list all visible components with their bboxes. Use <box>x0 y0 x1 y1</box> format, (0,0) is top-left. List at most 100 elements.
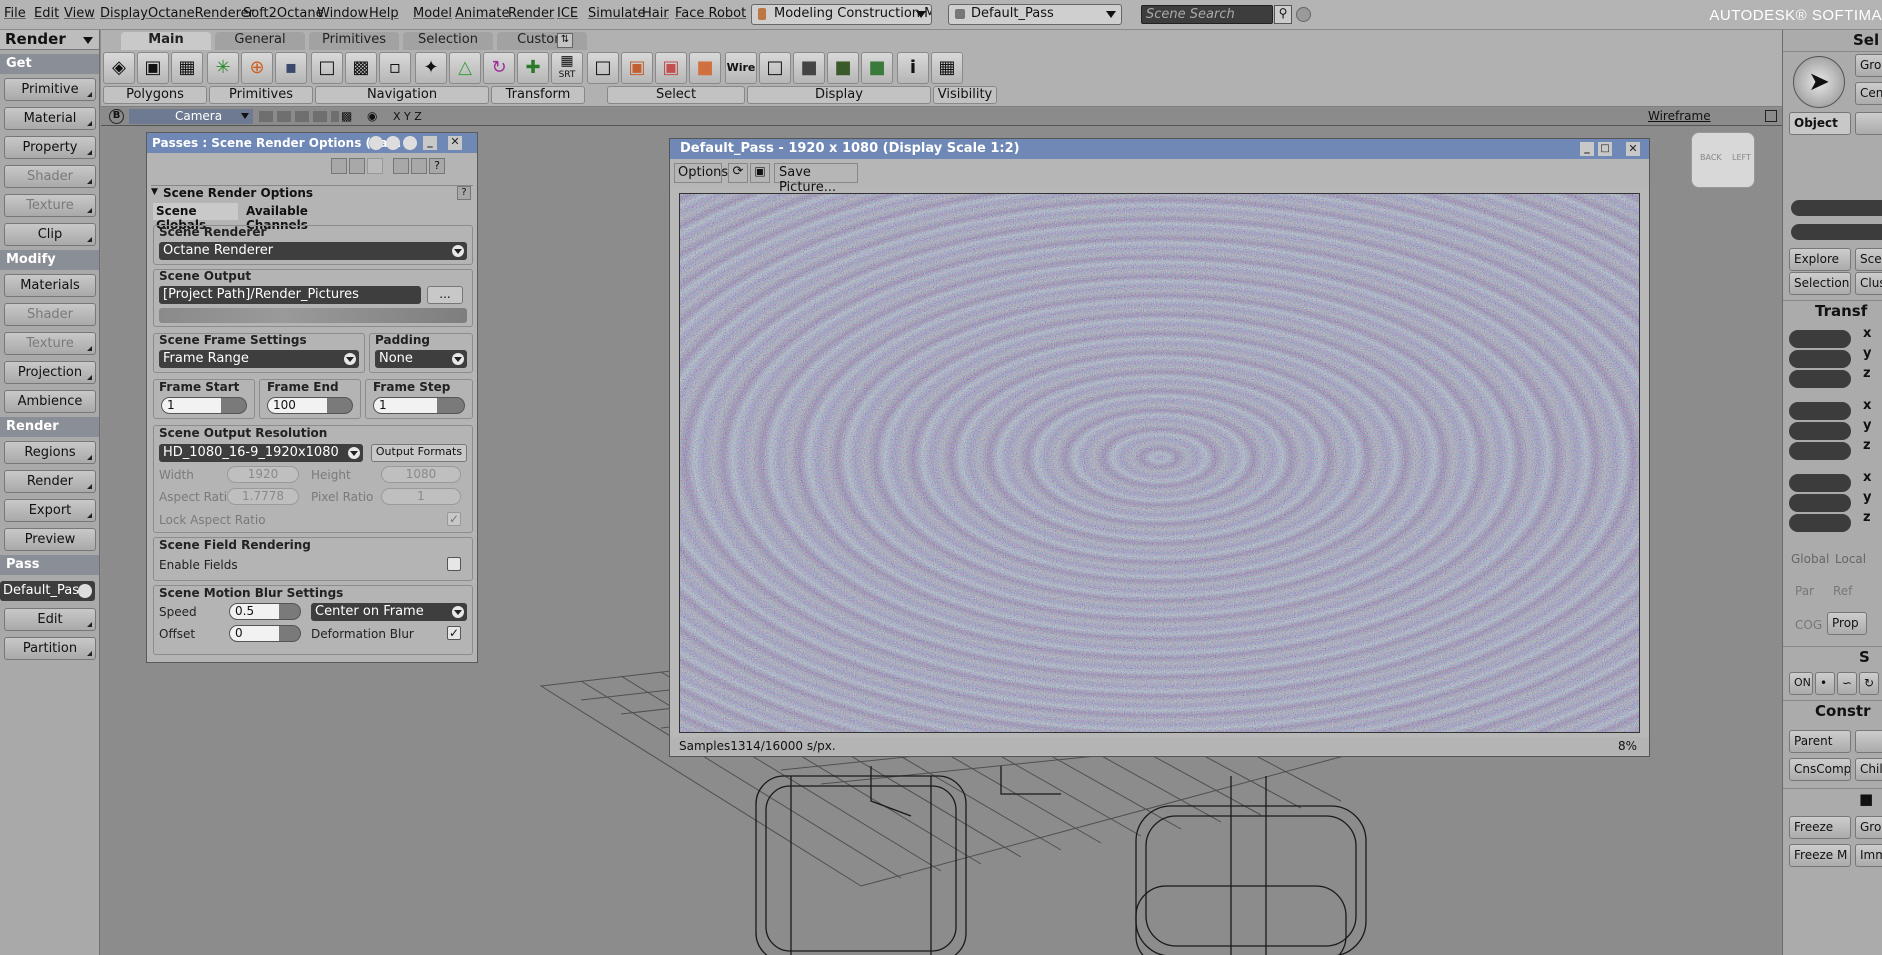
gro-button[interactable]: Gro <box>1855 54 1882 77</box>
scene-renderer-dropdown[interactable]: Octane Renderer <box>159 242 467 260</box>
right-panel-field[interactable] <box>1791 200 1882 216</box>
mode-dropdown[interactable]: Modeling Construction Mode <box>751 4 932 25</box>
group-visibility[interactable]: Visibility <box>933 86 997 104</box>
wireframe-cube-icon[interactable]: □ <box>759 52 791 84</box>
dialog-icon-3[interactable] <box>403 136 417 150</box>
sidebar-shader-button[interactable]: Shader <box>4 165 96 188</box>
select-edge-icon[interactable]: ▣ <box>621 52 653 84</box>
sidebar-title[interactable]: Render <box>0 30 99 50</box>
freeze-m-button[interactable]: Freeze M <box>1789 844 1851 867</box>
save-picture-button[interactable]: Save Picture... <box>774 163 858 195</box>
sidebar-modify-shader-button[interactable]: Shader <box>4 303 96 326</box>
sidebar-preview-button[interactable]: Preview <box>4 528 96 551</box>
menu-hair[interactable]: Hair <box>642 6 669 21</box>
rotate-z-field[interactable] <box>1789 442 1851 460</box>
scale-icon[interactable]: △ <box>449 52 481 84</box>
sidebar-edit-button[interactable]: Edit <box>4 608 96 631</box>
tab-selection[interactable]: Selection <box>403 32 493 50</box>
translate-y-field[interactable] <box>1789 494 1851 512</box>
scale-axes-icon[interactable]: ✳ <box>207 52 239 84</box>
frame-range-dropdown[interactable]: Frame Range <box>159 350 359 368</box>
menu-model[interactable]: Model <box>413 6 452 21</box>
viewport-slots[interactable] <box>259 111 339 122</box>
select-tool-arrow-icon[interactable]: ➤ <box>1793 56 1845 108</box>
childc-button[interactable]: ChildC <box>1855 758 1882 781</box>
dialog-icon-1[interactable] <box>369 136 383 150</box>
frame-all-icon[interactable]: ▩ <box>345 52 377 84</box>
explore-button[interactable]: Explore <box>1789 248 1851 271</box>
sidebar-export-button[interactable]: Export <box>4 499 96 522</box>
shaded-cube-icon[interactable]: ■ <box>793 52 825 84</box>
tab-available-channels[interactable]: Available Channels <box>243 203 353 232</box>
select-polygon-icon[interactable]: ▣ <box>655 52 687 84</box>
dialog-title-bar[interactable]: Passes : Scene Render Options (Pa... _ ✕ <box>147 133 477 153</box>
frame-icon[interactable]: □ <box>311 52 343 84</box>
pixel-ratio-input[interactable]: 1 <box>381 488 461 505</box>
tab-primitives[interactable]: Primitives <box>309 32 399 50</box>
menu-octanerenderer[interactable]: OctaneRenderer <box>148 6 254 21</box>
tab-general[interactable]: General <box>215 32 305 50</box>
snap-section-title[interactable]: S <box>1783 646 1882 668</box>
camera-dropdown[interactable]: Camera <box>129 109 253 124</box>
sidebar-materials-button[interactable]: Materials <box>4 274 96 297</box>
close-icon[interactable]: ✕ <box>1626 142 1640 156</box>
sidebar-pass-dropdown[interactable]: Default_Pas <box>0 581 95 601</box>
section-help-icon[interactable]: ? <box>457 186 471 200</box>
eye-icon[interactable]: ◉ <box>367 109 377 123</box>
par-toggle[interactable]: Par <box>1795 584 1814 598</box>
scene-search-input[interactable]: Scene Search <box>1141 5 1273 24</box>
rotate-y-field[interactable] <box>1789 422 1851 440</box>
translate-x-field[interactable] <box>1789 474 1851 492</box>
sidebar-clip-button[interactable]: Clip <box>4 223 96 246</box>
snap-curve-icon[interactable]: ∽ <box>1837 672 1857 695</box>
height-input[interactable]: 1080 <box>381 466 461 483</box>
scale-z-field[interactable] <box>1789 370 1851 388</box>
center-on-frame-dropdown[interactable]: Center on Frame <box>311 603 467 621</box>
minimize-icon[interactable]: _ <box>1580 142 1594 156</box>
sce-button[interactable]: Sce <box>1855 248 1882 271</box>
frame-step-input[interactable]: 1 <box>373 397 465 414</box>
sphere-icon[interactable]: ◈ <box>103 52 135 84</box>
menu-display[interactable]: Display <box>100 6 148 21</box>
snap-on-button[interactable]: ON <box>1789 672 1813 695</box>
search-icon[interactable]: ⚲ <box>1274 5 1292 24</box>
right-panel-field[interactable] <box>1791 224 1882 240</box>
axes-label[interactable]: X Y Z <box>393 110 422 123</box>
display-mode-label[interactable]: Wireframe <box>1648 109 1711 123</box>
menu-help[interactable]: Help <box>369 6 399 21</box>
dialog-lock-icon[interactable] <box>393 158 409 174</box>
lock-aspect-checkbox[interactable]: ✓ <box>447 512 461 526</box>
edit-section-title[interactable]: ■ <box>1783 788 1882 810</box>
transform-section-title[interactable]: Transf <box>1783 300 1882 322</box>
speed-input[interactable]: 0.5 <box>229 603 301 620</box>
freeze-button[interactable]: Freeze <box>1789 816 1851 839</box>
width-input[interactable]: 1920 <box>227 466 299 483</box>
cog-toggle[interactable]: COG <box>1795 618 1822 632</box>
sidebar-render-button[interactable]: Render <box>4 470 96 493</box>
dialog-help-icon[interactable]: ? <box>429 158 445 174</box>
output-formats-button[interactable]: Output Formats <box>371 444 467 462</box>
menu-render[interactable]: Render <box>508 6 554 21</box>
lock-icon[interactable]: ▣ <box>750 163 770 183</box>
wire-button[interactable]: Wire <box>725 52 757 84</box>
camera-icon[interactable]: ▩ <box>341 109 352 123</box>
rotate-x-field[interactable] <box>1789 402 1851 420</box>
sidebar-modify-texture-button[interactable]: Texture <box>4 332 96 355</box>
scene-output-path-input[interactable]: [Project Path]/Render_Pictures <box>159 286 421 304</box>
frame-selected-icon[interactable]: ▫ <box>379 52 411 84</box>
menu-face-robot[interactable]: Face Robot <box>675 6 746 21</box>
select-cube-icon[interactable]: □ <box>587 52 619 84</box>
imme-button[interactable]: Imme <box>1855 844 1882 867</box>
clear-search-icon[interactable] <box>1296 7 1311 22</box>
tab-scene-globals[interactable]: Scene Globals <box>153 203 238 232</box>
group-primitives[interactable]: Primitives <box>209 86 313 104</box>
sidebar-projection-button[interactable]: Projection <box>4 361 96 384</box>
maximize-icon[interactable]: □ <box>1598 142 1612 156</box>
translate-z-field[interactable] <box>1789 514 1851 532</box>
sidebar-texture-button[interactable]: Texture <box>4 194 96 217</box>
right-panel-slot-button[interactable] <box>1855 112 1882 135</box>
cube-icon[interactable]: ▣ <box>137 52 169 84</box>
menu-edit[interactable]: Edit <box>34 6 59 21</box>
dialog-tool-left-icon[interactable] <box>349 158 365 174</box>
frame-start-input[interactable]: 1 <box>161 397 247 414</box>
